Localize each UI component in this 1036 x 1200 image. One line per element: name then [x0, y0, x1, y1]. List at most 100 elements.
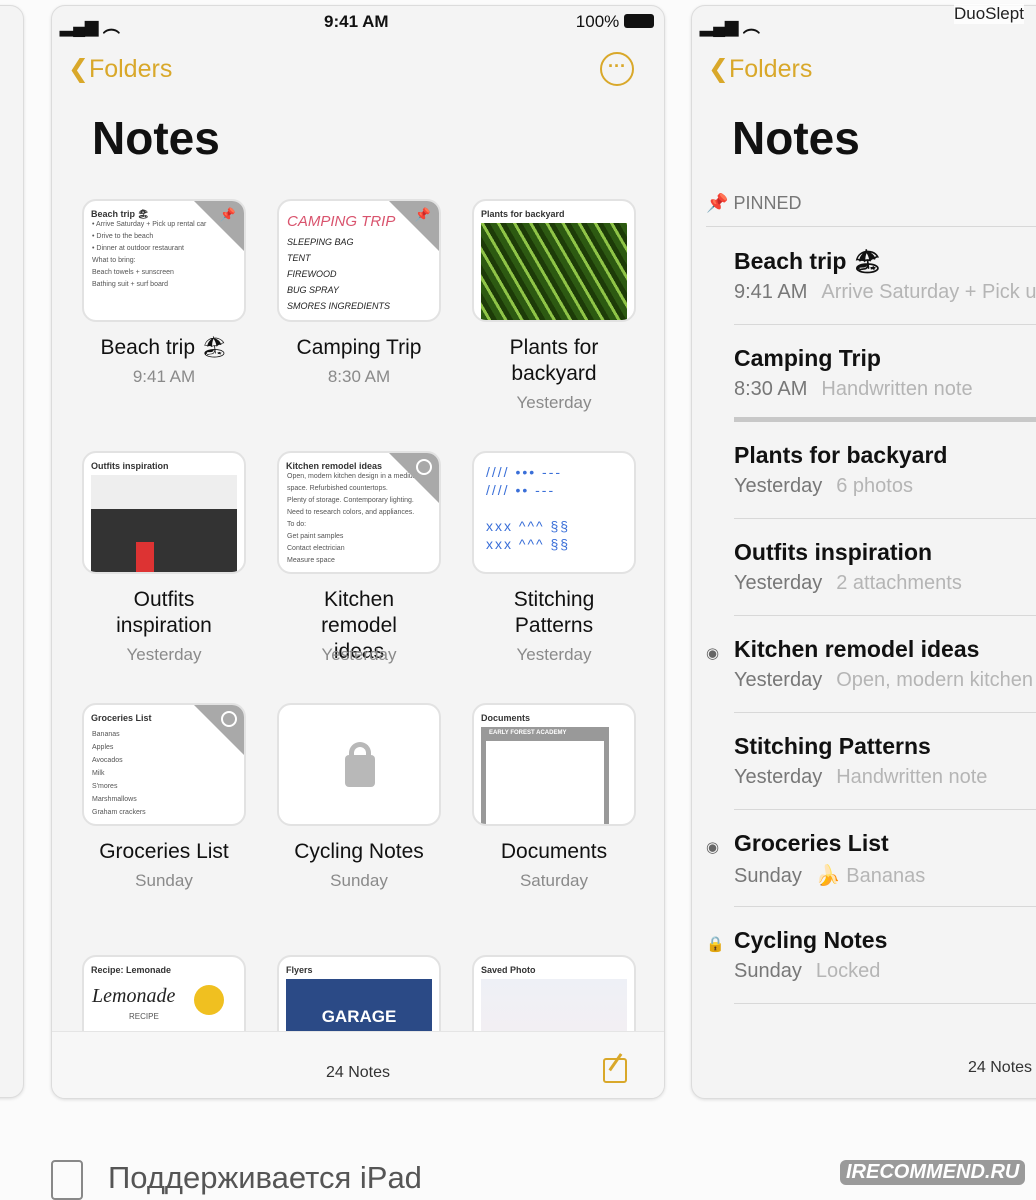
- thumb-line: S'mores: [92, 783, 118, 790]
- thumb-title: Saved Photo: [481, 965, 536, 975]
- note-card-title[interactable]: Plants for backyard: [456, 335, 652, 387]
- thumb-line: space. Refurbished countertops.: [287, 485, 388, 492]
- note-card-title[interactable]: Groceries List: [66, 839, 262, 865]
- note-card-date: 8:30 AM: [327, 367, 391, 386]
- handwritten-line: FIREWOOD: [287, 269, 337, 279]
- signal-wifi-icons: ▂▄▆ ︵: [60, 17, 120, 36]
- stitching-drawing: //// ••• ---//// •• --- xxx ^^^ §§ xxx ^^^…: [486, 464, 571, 552]
- note-card-title[interactable]: Camping Trip: [261, 335, 457, 361]
- note-subtitle: Yesterday 2 attachments: [734, 572, 962, 595]
- thumb-line: Contact electrician: [287, 545, 345, 552]
- handwritten-line: CAMPING TRIP: [287, 213, 396, 230]
- note-date: Yesterday: [734, 766, 823, 788]
- thumb-line: What to bring:: [92, 257, 136, 264]
- ellipsis-circle-icon[interactable]: ···: [600, 52, 634, 86]
- shared-corner: [193, 705, 244, 756]
- chevron-left-icon: ❮: [68, 55, 89, 83]
- note-subtitle: 8:30 AM Handwritten note: [734, 378, 973, 401]
- watermark-duoslept: DuoSlept: [954, 4, 1024, 24]
- note-card[interactable]: Outfits inspiration: [82, 451, 246, 574]
- thumb-line: Beach towels + sunscreen: [92, 269, 174, 276]
- note-list-row[interactable]: Outfits inspiration Yesterday 2 attachmen…: [734, 519, 1036, 616]
- note-card[interactable]: Kitchen remodel ideas Open, modern kitche…: [277, 451, 441, 574]
- note-date: 8:30 AM: [734, 378, 808, 400]
- list-view-screen: ▂▄▆ ︵ ❮Folders Notes 📌 PINNED Beach trip…: [691, 5, 1036, 1099]
- note-list-row[interactable]: Camping Trip 8:30 AM Handwritten note: [734, 325, 1036, 422]
- thumb-line: To do:: [287, 521, 307, 528]
- note-card-title[interactable]: Cycling Notes: [261, 839, 457, 865]
- ipad-icon: [51, 1160, 83, 1200]
- note-card[interactable]: Beach trip 🏖 • Arrive Saturday + Pick up …: [82, 199, 246, 322]
- shared-person-icon: [416, 459, 432, 475]
- note-list-row[interactable]: Stitching Patterns Yesterday Handwritten …: [734, 713, 1036, 810]
- thumb-line: Marshmallows: [92, 796, 137, 803]
- note-card-title[interactable]: Stitching Patterns: [456, 587, 652, 639]
- page-title: Notes: [92, 112, 220, 164]
- note-card[interactable]: Documents EARLY FOREST ACADEMY: [472, 703, 636, 826]
- thumb-line: Measure space: [287, 557, 335, 564]
- note-list-row[interactable]: ◉ Groceries List Sunday 🍌 Bananas: [706, 810, 1036, 907]
- note-date: Yesterday: [734, 572, 823, 594]
- watermark-irecommend: IRECOMMEND.RU: [840, 1160, 1026, 1185]
- shared-person-icon: ◉: [706, 645, 720, 662]
- note-card[interactable]: [277, 703, 441, 826]
- thumb-line: Graham crackers: [92, 809, 146, 816]
- shared-person-icon: [221, 711, 237, 727]
- status-battery: 100%: [576, 12, 654, 32]
- shared-person-icon: ◉: [706, 839, 720, 856]
- note-card-date: Yesterday: [321, 645, 397, 664]
- battery-icon: [624, 14, 654, 28]
- thumb-title: Outfits inspiration: [91, 461, 169, 471]
- note-card-title[interactable]: Beach trip 🏖: [66, 335, 262, 361]
- bottom-toolbar: 24 Notes: [52, 1031, 664, 1098]
- battery-percent: 100%: [575, 12, 620, 31]
- note-card-title[interactable]: Outfits inspiration: [66, 587, 262, 639]
- note-list-row[interactable]: 🔒 Cycling Notes Sunday Locked: [706, 907, 1036, 1004]
- note-list-row[interactable]: Beach trip 🏖 9:41 AM Arrive Saturday + Pi…: [734, 228, 1036, 325]
- thumb-title: Recipe: Lemonade: [91, 965, 172, 975]
- thumb-line: Need to research colors, and appliances.: [287, 509, 415, 516]
- note-subtitle: Sunday Locked: [734, 960, 880, 983]
- note-card-title[interactable]: Documents: [456, 839, 652, 865]
- back-folders-button[interactable]: ❮Folders: [68, 54, 172, 84]
- shared-corner: [388, 453, 439, 504]
- thumb-title: Kitchen remodel ideas: [286, 461, 383, 471]
- ipad-support-caption: Поддерживается iPad: [108, 1160, 422, 1195]
- recipe-text: RECIPE: [129, 1012, 159, 1021]
- chevron-left-icon: ❮: [708, 55, 729, 83]
- pinned-header: 📌 PINNED: [706, 193, 1036, 227]
- handwritten-line: BUG SPRAY: [287, 285, 339, 295]
- back-folders-button[interactable]: ❮Folders: [708, 54, 812, 84]
- thumb-line: • Drive to the beach: [92, 233, 154, 240]
- thumb-title: Documents: [481, 713, 531, 723]
- thumb-line: Bathing suit + surf board: [92, 281, 169, 288]
- notes-count: 24 Notes: [325, 1064, 391, 1081]
- lock-icon: [345, 742, 375, 787]
- note-subtitle: 9:41 AM Arrive Saturday + Pick up: [734, 281, 1036, 304]
- note-list-row[interactable]: Plants for backyard Yesterday 6 photos: [734, 422, 1036, 519]
- thumb-line: Avocados: [92, 757, 123, 764]
- plant-photo: [481, 223, 627, 320]
- note-title: Outfits inspiration: [734, 539, 933, 565]
- note-card[interactable]: CAMPING TRIP SLEEPING BAG TENT FIREWOOD BUG …: [277, 199, 441, 322]
- outfit-photo: [91, 475, 237, 572]
- thumb-line: Apples: [92, 744, 114, 751]
- note-card-date: Sunday: [330, 871, 388, 890]
- note-card-date: Sunday: [135, 871, 193, 890]
- compose-icon[interactable]: [603, 1053, 627, 1083]
- note-preview: Open, modern kitchen: [836, 669, 1033, 691]
- note-preview: Locked: [815, 960, 881, 982]
- note-title: Plants for backyard: [734, 442, 948, 468]
- note-date: Sunday: [734, 865, 802, 887]
- note-card[interactable]: Groceries List Bananas Apples Avocados Milk S…: [82, 703, 246, 826]
- note-date: Sunday: [734, 960, 802, 982]
- note-list-row[interactable]: ◉ Kitchen remodel ideas Yesterday Open, m…: [706, 616, 1036, 713]
- note-card-date: Saturday: [519, 871, 589, 890]
- note-date: 9:41 AM: [734, 281, 808, 303]
- handwritten-line: TENT: [287, 253, 311, 263]
- thumb-line: • Dinner at outdoor restaurant: [92, 245, 184, 252]
- thumb-title: Beach trip 🏖: [91, 209, 149, 219]
- note-card[interactable]: Plants for backyard: [472, 199, 636, 322]
- thumb-line: Bananas: [92, 731, 120, 738]
- note-card[interactable]: //// ••• ---//// •• --- xxx ^^^ §§ xxx ^^^…: [472, 451, 636, 574]
